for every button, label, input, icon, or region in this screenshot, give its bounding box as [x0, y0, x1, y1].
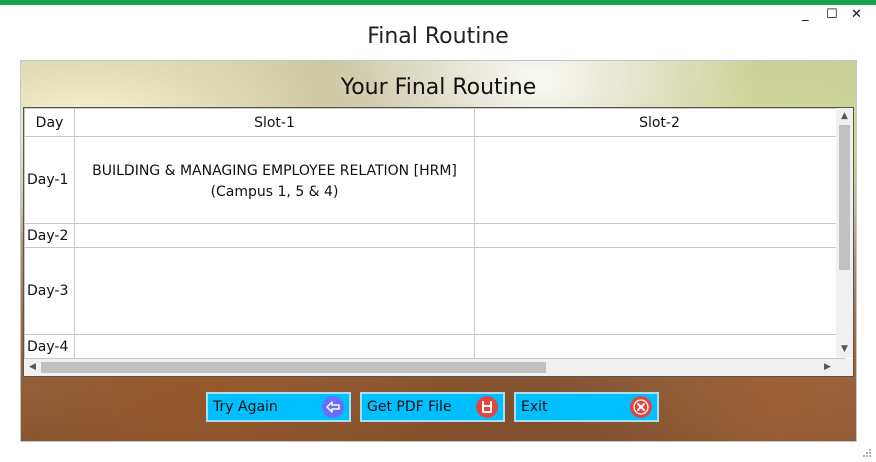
panel-heading: Your Final Routine — [340, 75, 537, 100]
course-entry: BUILDING & MANAGING EMPLOYEE RELATION [H… — [75, 137, 474, 203]
slot-2-cell[interactable] — [474, 247, 845, 335]
exit-label: Exit — [521, 399, 548, 415]
column-header-slot-1[interactable]: Slot-1 — [74, 108, 475, 137]
exit-button[interactable]: Exit — [514, 392, 659, 422]
horizontal-scroll-thumb[interactable] — [41, 362, 546, 373]
maximize-button[interactable]: ☐ — [826, 8, 838, 22]
slot-2-cell[interactable] — [474, 136, 845, 224]
routine-panel: Your Final Routine Day Slot-1 Slot-2 Day… — [20, 60, 857, 442]
day-cell[interactable]: Day-3 — [24, 247, 75, 335]
vertical-scrollbar[interactable]: ▲ ▼ — [836, 108, 853, 358]
close-circle-icon — [630, 396, 652, 418]
horizontal-scrollbar[interactable]: ◀ ▶ — [24, 359, 836, 376]
scroll-left-icon[interactable]: ◀ — [24, 359, 41, 376]
arrow-left-icon — [322, 396, 344, 418]
try-again-label: Try Again — [213, 399, 278, 415]
resize-grip-icon[interactable] — [862, 448, 872, 458]
day-cell[interactable]: Day-2 — [24, 223, 75, 248]
slot-2-cell[interactable] — [474, 223, 845, 248]
get-pdf-label: Get PDF File — [367, 399, 452, 415]
try-again-button[interactable]: Try Again — [206, 392, 351, 422]
table-row: Day-3 — [24, 247, 845, 335]
scroll-right-icon[interactable]: ▶ — [819, 359, 836, 376]
vertical-scroll-thumb[interactable] — [839, 125, 850, 270]
scroll-up-icon[interactable]: ▲ — [836, 108, 853, 125]
window-title: Final Routine — [367, 24, 509, 49]
column-header-day[interactable]: Day — [24, 108, 75, 137]
minimize-button[interactable]: _ — [802, 8, 809, 22]
header-row: Day Slot-1 Slot-2 — [24, 108, 845, 137]
table-row: Day-2 — [24, 223, 845, 248]
scrollbar-corner — [836, 359, 853, 376]
slot-1-cell[interactable] — [74, 223, 475, 248]
day-cell[interactable]: Day-1 — [24, 136, 75, 224]
routine-table: Day Slot-1 Slot-2 Day-1 BUILDING & MANAG… — [24, 108, 845, 359]
table-row: Day-1 BUILDING & MANAGING EMPLOYEE RELAT… — [24, 136, 845, 224]
get-pdf-button[interactable]: Get PDF File — [360, 392, 505, 422]
close-window-button[interactable]: ✕ — [851, 8, 862, 22]
slot-1-cell[interactable]: BUILDING & MANAGING EMPLOYEE RELATION [H… — [74, 136, 475, 224]
pdf-save-icon — [476, 396, 498, 418]
course-campus: (Campus 1, 5 & 4) — [210, 184, 339, 200]
day-cell[interactable]: Day-4 — [24, 334, 75, 359]
table-row: Day-4 — [24, 334, 845, 359]
scroll-down-icon[interactable]: ▼ — [836, 341, 853, 358]
routine-grid[interactable]: Day Slot-1 Slot-2 Day-1 BUILDING & MANAG… — [23, 107, 854, 377]
slot-1-cell[interactable] — [74, 334, 475, 359]
course-name: BUILDING & MANAGING EMPLOYEE RELATION [H… — [92, 163, 457, 179]
slot-2-cell[interactable] — [474, 334, 845, 359]
window-accent-bar — [0, 0, 876, 5]
column-header-slot-2[interactable]: Slot-2 — [474, 108, 845, 137]
slot-1-cell[interactable] — [74, 247, 475, 335]
